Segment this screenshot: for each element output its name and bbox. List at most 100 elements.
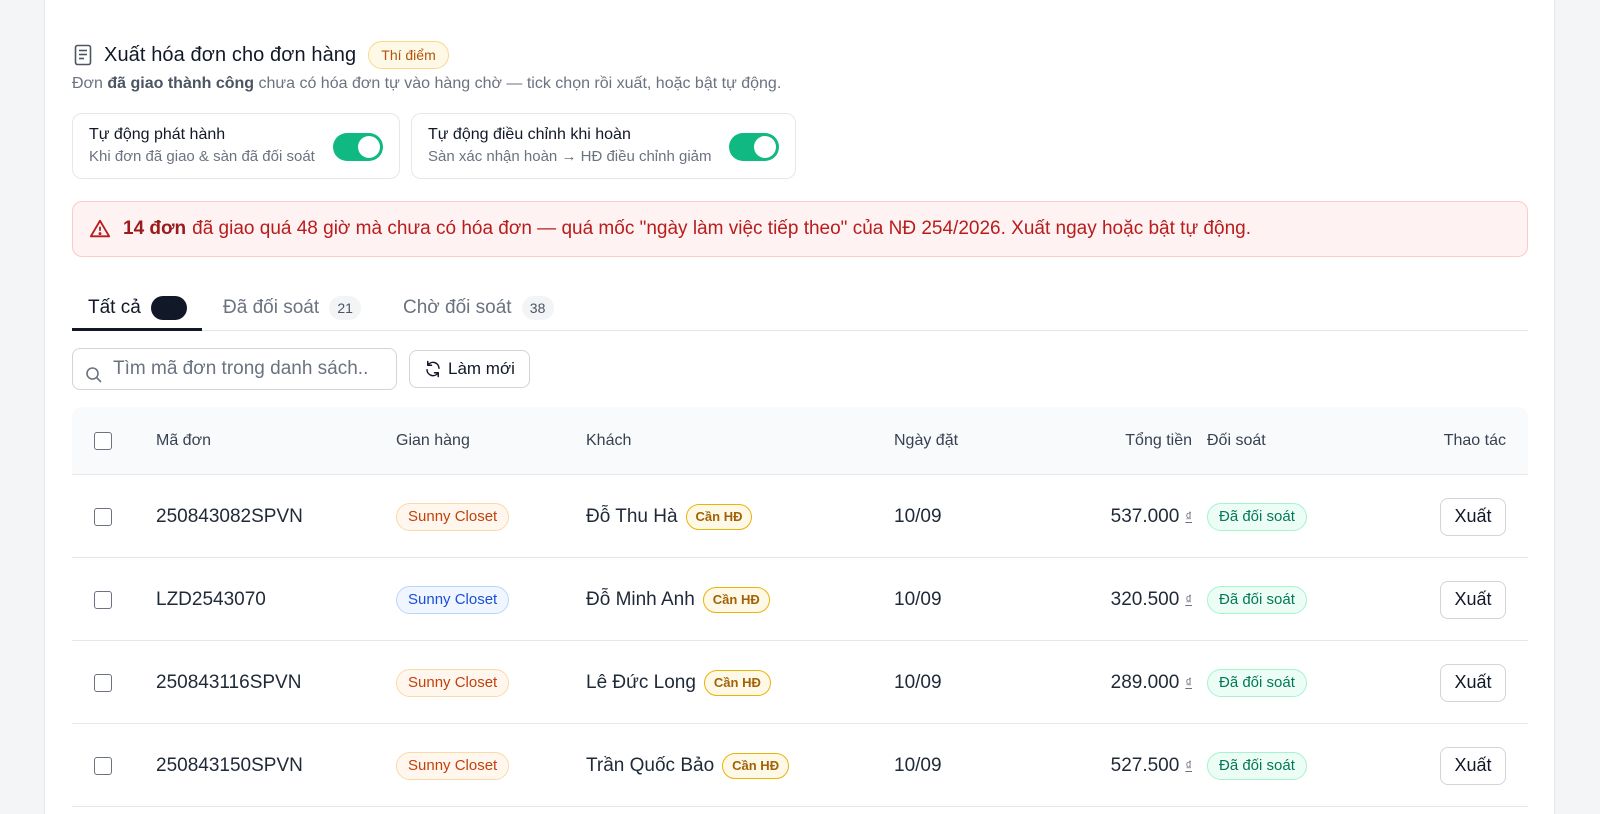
tab-label: Đã đối soát [223, 297, 320, 318]
row-select-cell [94, 724, 112, 807]
needs-invoice-badge: Cần HĐ [685, 503, 753, 530]
order-date: 10/09 [894, 754, 942, 776]
table-row: 250843082SPVN Sunny Closet Đỗ Thu Hà Cần … [72, 475, 1528, 558]
orders-table: Mã đơn Gian hàng Khách Ngày đặt Tổng tiề… [72, 407, 1528, 807]
customer-name: Trần Quốc Bảo [586, 754, 715, 776]
total-cell: 289.000 ₫ [1111, 641, 1192, 724]
reconcile-cell: Đã đối soát [1207, 641, 1307, 724]
reconcile-cell: Đã đối soát [1207, 558, 1307, 641]
customer-cell: Đỗ Minh Anh Cần HĐ [586, 558, 770, 641]
refresh-icon [424, 360, 442, 378]
row-checkbox[interactable] [94, 507, 112, 526]
reconcile-status-badge: Đã đối soát [1207, 668, 1307, 697]
subtitle-prefix: Đơn [72, 75, 108, 92]
action-cell: Xuất [1440, 641, 1506, 724]
export-button[interactable]: Xuất [1440, 497, 1506, 536]
row-checkbox[interactable] [94, 673, 112, 692]
select-all-cell [94, 407, 112, 475]
page-card: Xuất hóa đơn cho đơn hàng Thí điểm Đơn đ… [44, 0, 1555, 814]
col-reconcile: Đối soát [1207, 432, 1266, 449]
subtitle-bold: đã giao thành công [107, 75, 255, 92]
col-order-date: Ngày đặt [894, 432, 959, 449]
auto-adjust-card: Tự động điều chỉnh khi hoàn Sàn xác nhận… [411, 113, 796, 179]
customer-cell: Đỗ Thu Hà Cần HĐ [586, 475, 753, 558]
shop-badge: Sunny Closet [396, 751, 510, 780]
auto-adjust-subtitle: Sàn xác nhận hoàn → HĐ điều chỉnh giảm [428, 148, 712, 165]
active-tab-indicator [72, 328, 202, 331]
order-id: LZD2543070 [156, 588, 266, 610]
order-date: 10/09 [894, 671, 942, 693]
page-title: Xuất hóa đơn cho đơn hàng [104, 43, 357, 66]
page-subtitle: Đơn đã giao thành công chưa có hóa đơn t… [72, 75, 781, 93]
shop-cell: Sunny Closet [396, 724, 510, 807]
total-cell: 537.000 ₫ [1111, 475, 1192, 558]
customer-cell: Trần Quốc Bảo Cần HĐ [586, 724, 790, 807]
tab-all[interactable]: Tất cả [88, 285, 187, 331]
tab-pending-reconcile[interactable]: Chờ đối soát 38 [403, 285, 554, 331]
total-amount: 537.000 [1110, 505, 1180, 527]
pilot-badge: Thí điểm [368, 41, 449, 69]
filter-tabs: Tất cả Đã đối soát 21 Chờ đối soát 38 [72, 285, 1528, 331]
shop-badge: Sunny Closet [396, 668, 510, 697]
action-cell: Xuất [1440, 558, 1506, 641]
export-button[interactable]: Xuất [1440, 663, 1506, 702]
customer-cell: Lê Đức Long Cần HĐ [586, 641, 771, 724]
refresh-button[interactable]: Làm mới [409, 350, 530, 388]
auto-issue-card: Tự động phát hành Khi đơn đã giao & sàn … [72, 113, 400, 179]
needs-invoice-badge: Cần HĐ [702, 586, 770, 613]
customer-name: Lê Đức Long [586, 671, 696, 693]
reconcile-status-badge: Đã đối soát [1207, 751, 1307, 780]
row-select-cell [94, 641, 112, 724]
auto-issue-toggle[interactable] [333, 133, 383, 161]
export-button[interactable]: Xuất [1440, 580, 1506, 619]
table-header: Mã đơn Gian hàng Khách Ngày đặt Tổng tiề… [72, 407, 1528, 475]
shop-cell: Sunny Closet [396, 641, 510, 724]
refresh-label: Làm mới [448, 359, 515, 378]
table-row: 250843116SPVN Sunny Closet Lê Đức Long Cầ… [72, 641, 1528, 724]
row-checkbox[interactable] [94, 756, 112, 775]
total-amount: 320.500 [1110, 588, 1180, 610]
export-button[interactable]: Xuất [1440, 746, 1506, 785]
table-row: 250843150SPVN Sunny Closet Trần Quốc Bảo… [72, 724, 1528, 807]
tab-count [150, 296, 187, 320]
reconcile-status-badge: Đã đối soát [1207, 502, 1307, 531]
col-customer: Khách [586, 432, 632, 449]
search-icon [85, 366, 103, 384]
customer-name: Đỗ Minh Anh [586, 588, 695, 610]
warning-icon [89, 218, 111, 240]
currency-symbol: ₫ [1185, 758, 1192, 773]
alert-count: 14 đơn [123, 218, 187, 239]
total-amount: 527.500 [1110, 754, 1180, 776]
tab-count: 21 [329, 296, 362, 320]
needs-invoice-badge: Cần HĐ [703, 669, 771, 696]
col-shop: Gian hàng [396, 432, 470, 449]
col-order-id: Mã đơn [156, 432, 211, 449]
order-id: 250843082SPVN [156, 505, 303, 527]
order-id: 250843116SPVN [156, 671, 302, 693]
total-cell: 527.500 ₫ [1111, 724, 1192, 807]
shop-badge: Sunny Closet [396, 585, 510, 614]
shop-badge: Sunny Closet [396, 502, 510, 531]
tab-reconciled[interactable]: Đã đối soát 21 [223, 285, 362, 331]
reconcile-cell: Đã đối soát [1207, 475, 1307, 558]
subtitle-suffix: chưa có hóa đơn tự vào hàng chờ — tick c… [254, 75, 782, 92]
total-cell: 320.500 ₫ [1111, 558, 1192, 641]
document-icon [72, 44, 94, 66]
currency-symbol: ₫ [1185, 592, 1192, 607]
alert-text: đã giao quá 48 giờ mà chưa có hóa đơn — … [192, 218, 1251, 239]
row-select-cell [94, 475, 112, 558]
auto-adjust-toggle[interactable] [729, 133, 779, 161]
tab-label: Chờ đối soát [403, 297, 512, 318]
order-date: 10/09 [894, 505, 942, 527]
select-all-checkbox[interactable] [94, 432, 112, 450]
action-cell: Xuất [1440, 724, 1506, 807]
tab-count: 38 [521, 296, 554, 320]
order-id: 250843150SPVN [156, 754, 303, 776]
shop-cell: Sunny Closet [396, 475, 510, 558]
row-checkbox[interactable] [94, 590, 112, 609]
currency-symbol: ₫ [1185, 675, 1192, 690]
currency-symbol: ₫ [1185, 509, 1192, 524]
reconcile-status-badge: Đã đối soát [1207, 585, 1307, 614]
search-input[interactable] [113, 358, 383, 380]
col-total: Tổng tiền [1125, 432, 1192, 449]
